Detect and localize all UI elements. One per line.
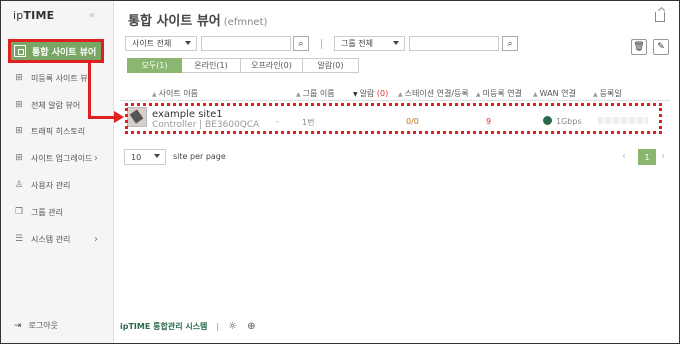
delete-button[interactable]: 🗑 <box>631 39 647 55</box>
sidebar-item-label: 전체 알람 뷰어 <box>31 100 81 110</box>
alarm-count: (0) <box>376 89 389 98</box>
sidebar-item-label: 그룹 관리 <box>31 207 63 217</box>
sitemap-icon: ⊞ <box>15 126 23 136</box>
sitemap-icon: ⊞ <box>15 153 23 163</box>
next-page-button[interactable]: › <box>661 151 665 162</box>
logout-icon: ⇥ <box>14 320 22 331</box>
caret-down-icon <box>393 41 399 45</box>
search-icon: ⌕ <box>507 38 513 49</box>
page-title: 통합 사이트 뷰어 (efmnet) <box>128 14 268 29</box>
highlight-box <box>125 103 662 134</box>
export-icon[interactable] <box>655 12 665 22</box>
caret-down-icon <box>185 41 191 45</box>
sidebar-item-label: 사이트 업그레이드 <box>31 153 93 163</box>
sidebar-item-label: 시스템 관리 <box>31 234 71 244</box>
site-search-input[interactable] <box>201 36 291 51</box>
user-icon: ♙ <box>14 180 24 190</box>
tab-all[interactable]: 모두(1) <box>127 58 182 73</box>
annotation-arrow-line <box>88 62 91 119</box>
column-header-station[interactable]: ▲ 스테이션 연결/등록 <box>398 88 469 99</box>
page-subtitle: (efmnet) <box>223 17 268 28</box>
group-search-button[interactable]: ⌕ <box>502 36 518 51</box>
column-header-group[interactable]: ▲ 그룹 이름 <box>296 88 335 99</box>
sidebar-item-site-upgrade[interactable]: ⊞ 사이트 업그레이드 › <box>14 149 98 167</box>
sidebar-item-unregistered-viewer[interactable]: ⊞ 미등록 사이트 뷰 <box>14 69 88 87</box>
sitemap-icon <box>14 45 26 57</box>
site-search-button[interactable]: ⌕ <box>293 36 309 51</box>
footer-separator: | <box>216 322 220 331</box>
prev-page-button[interactable]: ‹ <box>622 151 626 162</box>
theme-icon[interactable]: ☼ <box>228 321 237 332</box>
tab-offline[interactable]: 오프라인(0) <box>241 58 303 73</box>
sidebar-item-traffic-history[interactable]: ⊞ 트래픽 히스토리 <box>14 122 85 140</box>
trash-icon: 🗑 <box>633 42 645 52</box>
site-filter-select[interactable]: 사이트 전체 <box>125 36 197 51</box>
sidebar-item-label: 트래픽 히스토리 <box>31 126 86 136</box>
list-icon: ☰ <box>14 234 24 244</box>
sidebar-item-system-management[interactable]: ☰ 시스템 관리 › <box>14 230 98 248</box>
logo: ipTIME <box>13 9 55 22</box>
column-header-unregistered[interactable]: ▲ 미등록 연결 <box>476 88 522 99</box>
sidebar-item-label: 통합 사이트 뷰어 <box>32 47 97 58</box>
search-icon: ⌕ <box>298 38 304 49</box>
per-page-label: site per page <box>173 152 226 161</box>
column-header-alarm[interactable]: ▼ 알람 (0) <box>353 88 388 99</box>
table-header: ▲ 사이트 이름 ▲ 그룹 이름 ▼ 알람 (0) ▲ 스테이션 연결/등록 ▲ 미등록 … <box>120 85 670 101</box>
footer-brand: ipTIME 통합관리 시스템 <box>120 322 208 331</box>
annotation-arrowhead <box>114 111 124 123</box>
sidebar-item-label: 사용자 관리 <box>31 180 71 190</box>
sidebar-item-label: 미등록 사이트 뷰 <box>31 73 88 83</box>
tab-online[interactable]: 온라인(1) <box>182 58 241 73</box>
column-header-site-name[interactable]: ▲ 사이트 이름 <box>152 88 198 99</box>
current-page-button[interactable]: 1 <box>638 149 656 165</box>
logout-button[interactable]: ⇥ 로그아웃 <box>14 320 58 331</box>
sitemap-icon: ⊞ <box>15 100 23 110</box>
divider <box>321 39 322 49</box>
footer: ipTIME 통합관리 시스템 | ☼ ⊕ <box>120 321 265 332</box>
copy-icon: ❐ <box>14 207 24 217</box>
status-tabs: 모두(1) 온라인(1) 오프라인(0) 알람(0) <box>127 58 359 73</box>
logout-label: 로그아웃 <box>28 321 58 330</box>
edit-button[interactable]: ✎ <box>653 39 669 55</box>
column-header-registered[interactable]: ▲ 등록일 <box>593 88 622 99</box>
pencil-icon: ✎ <box>657 42 665 52</box>
column-header-wan[interactable]: ▲ WAN 연결 <box>533 88 576 99</box>
collapse-sidebar-icon[interactable]: « <box>89 10 95 21</box>
group-filter-select[interactable]: 그룹 전체 <box>334 36 405 51</box>
caret-down-icon <box>154 154 160 158</box>
sidebar-item-user-management[interactable]: ♙ 사용자 관리 <box>14 176 70 194</box>
sidebar-item-alarm-viewer[interactable]: ⊞ 전체 알람 뷰어 <box>14 96 80 114</box>
per-page-select[interactable]: 10 <box>124 149 166 165</box>
tab-alarm[interactable]: 알람(0) <box>303 58 359 73</box>
sidebar-item-site-viewer[interactable]: 통합 사이트 뷰어 <box>8 39 104 63</box>
sidebar-item-group-management[interactable]: ❐ 그룹 관리 <box>14 203 63 221</box>
sitemap-icon: ⊞ <box>15 73 23 83</box>
chevron-right-icon: › <box>94 152 98 164</box>
group-search-input[interactable] <box>409 36 499 51</box>
chevron-right-icon: › <box>94 233 98 245</box>
language-icon[interactable]: ⊕ <box>247 321 255 332</box>
annotation-arrow-line <box>88 116 116 119</box>
